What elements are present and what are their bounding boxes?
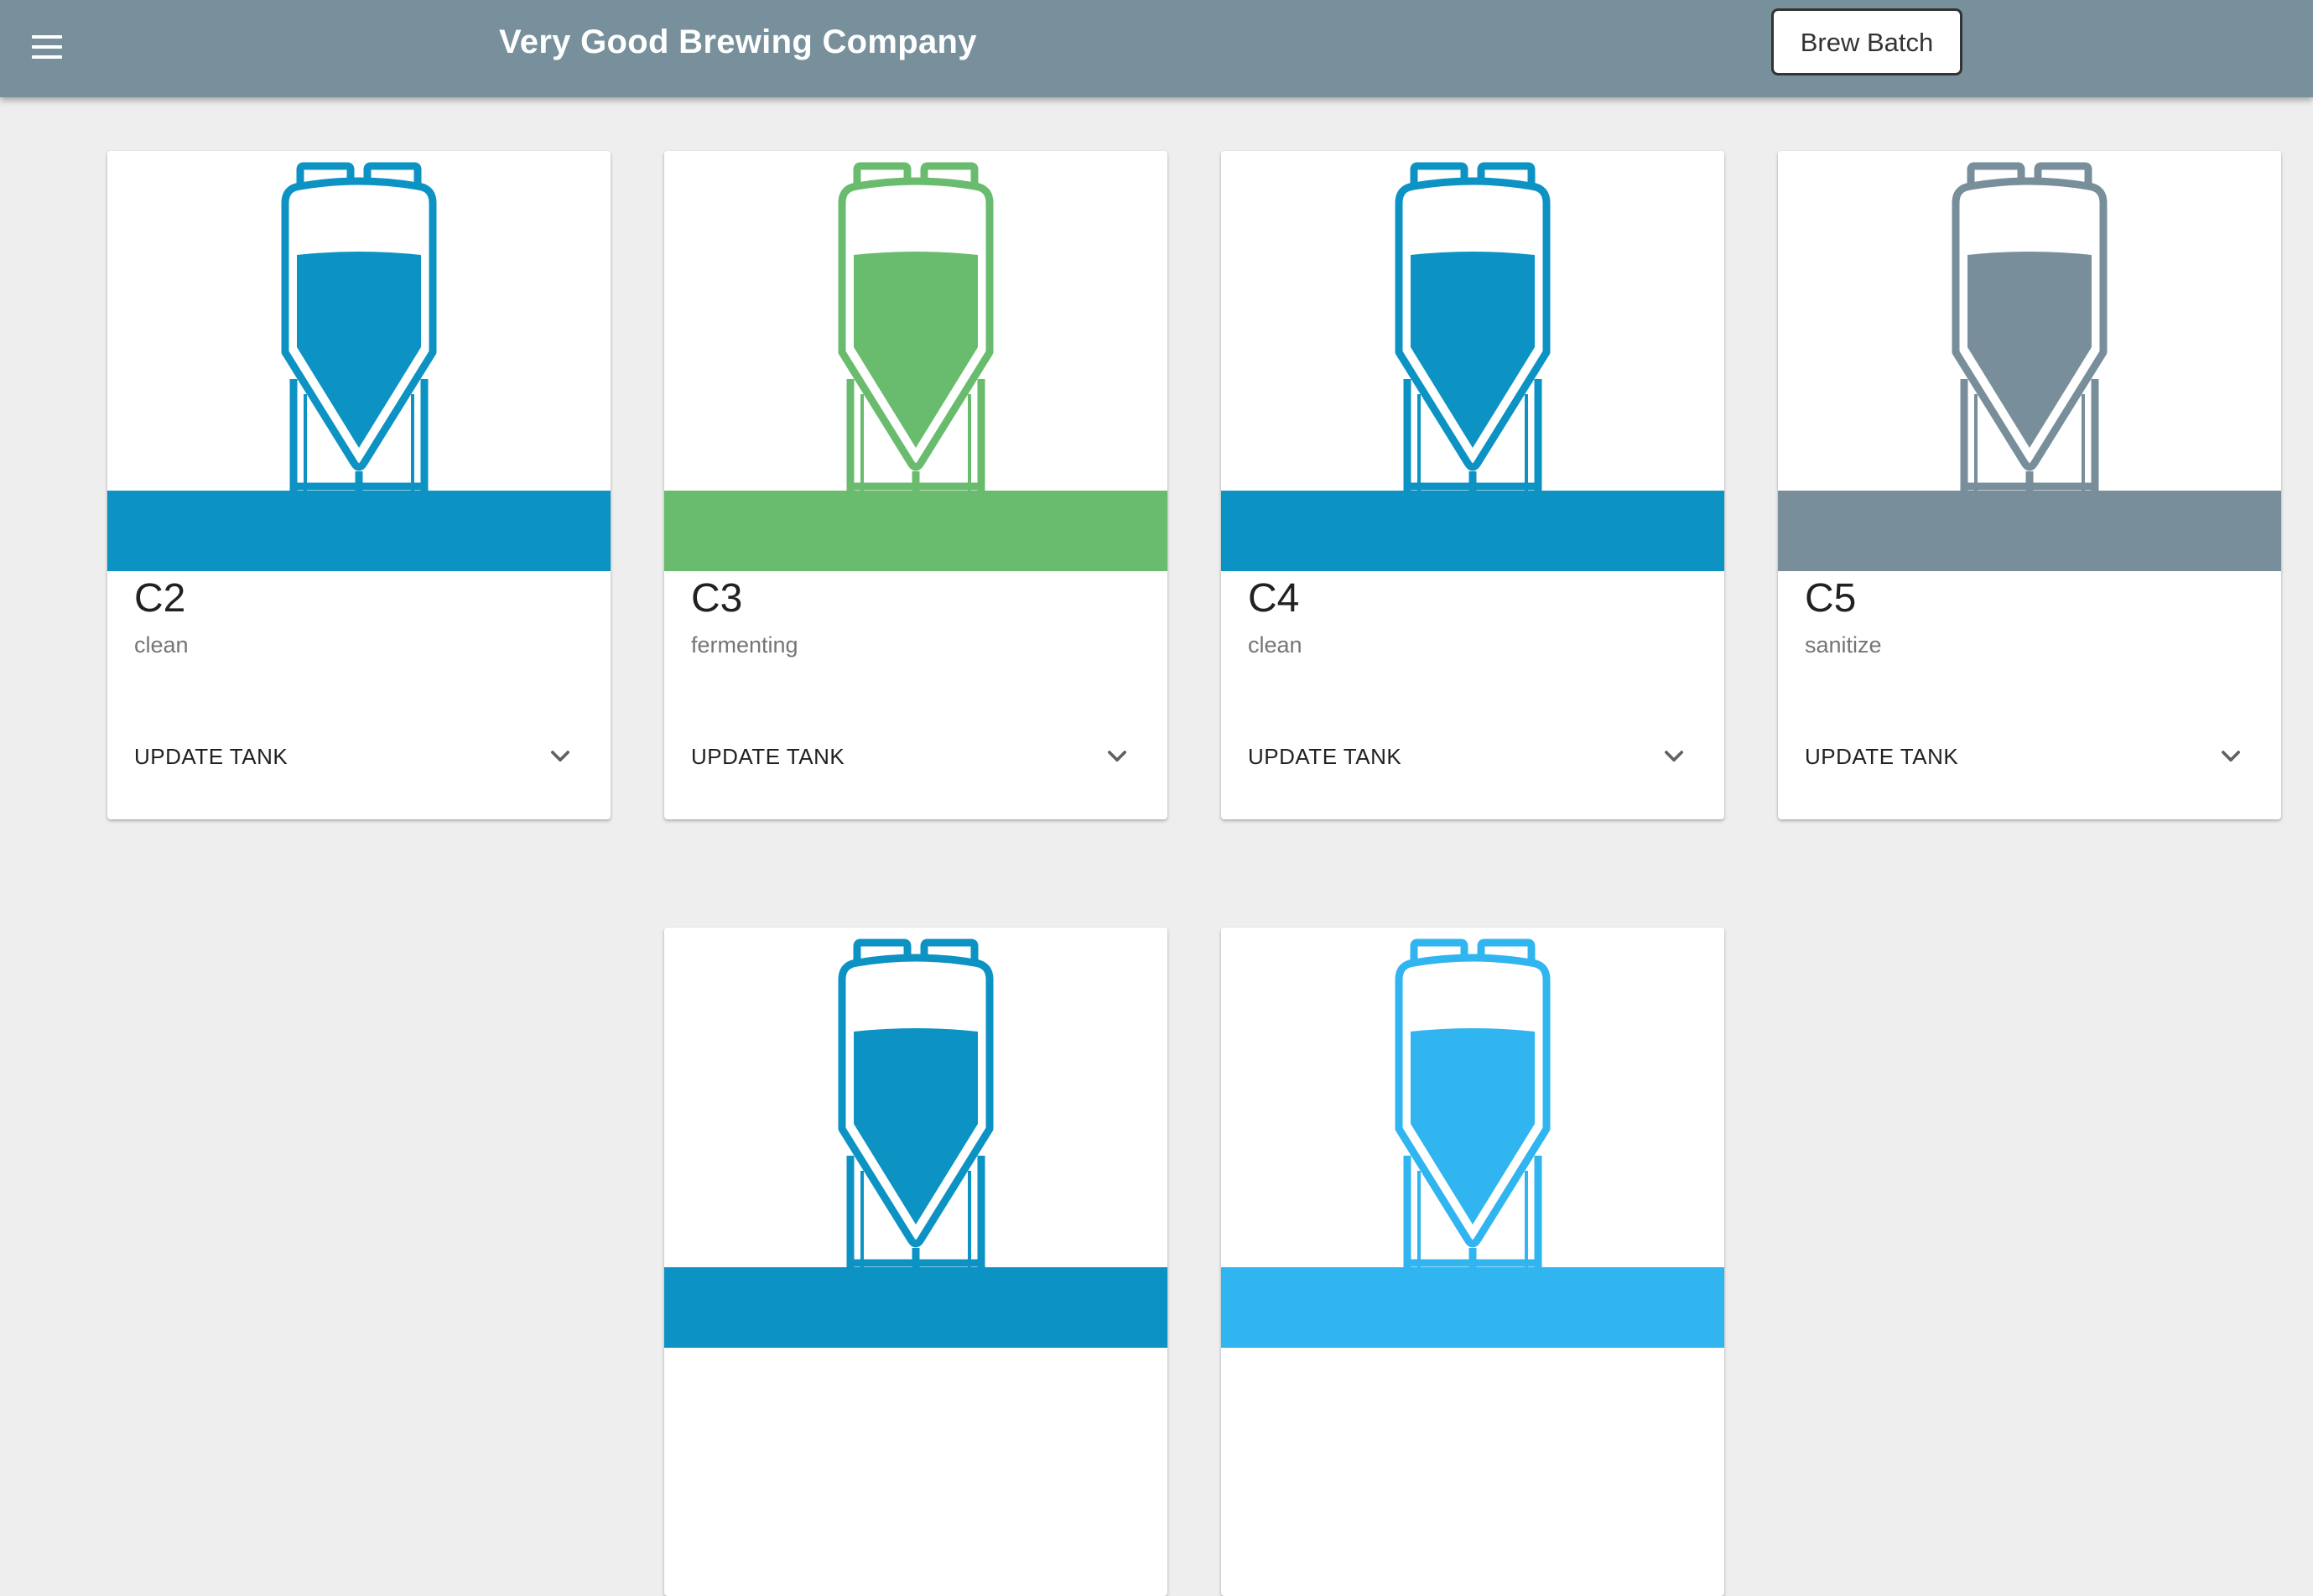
update-tank-expander[interactable]: UPDATE TANK — [1778, 721, 2281, 793]
tank-liquid — [1411, 1028, 1535, 1224]
tank-card-media — [107, 151, 611, 491]
fermenter-tank-icon — [281, 162, 437, 491]
tank-card-media — [664, 928, 1167, 1267]
tank-liquid — [854, 1028, 978, 1224]
fermenter-tank-icon — [838, 938, 994, 1267]
tank-status: clean — [1248, 632, 1302, 658]
tank-color-bar — [1221, 491, 1724, 571]
tank-liquid — [297, 252, 421, 448]
tank-liquid — [1411, 252, 1535, 448]
tank-card — [1221, 928, 1724, 1596]
tank-liquid — [854, 252, 978, 448]
tank-color-bar — [664, 491, 1167, 571]
tank-card-media — [1221, 151, 1724, 491]
app-bar: Very Good Brewing Company Brew Batch — [0, 0, 2313, 97]
tank-color-bar — [1778, 491, 2281, 571]
tank-card — [664, 928, 1167, 1596]
tank-name: C5 — [1805, 576, 1857, 621]
tank-card: C4 clean UPDATE TANK — [1221, 151, 1724, 819]
app-title: Very Good Brewing Company — [499, 23, 977, 60]
tank-status: sanitize — [1805, 632, 1882, 658]
menu-icon-line — [32, 35, 62, 39]
tank-card-media — [664, 151, 1167, 491]
update-tank-expander[interactable]: UPDATE TANK — [1221, 721, 1724, 793]
tank-status: fermenting — [691, 632, 798, 658]
menu-icon-line — [32, 45, 62, 49]
tank-color-bar — [107, 491, 611, 571]
tank-color-bar — [1221, 1267, 1724, 1348]
chevron-down-icon — [551, 751, 569, 762]
update-tank-label: UPDATE TANK — [1805, 744, 1959, 769]
tank-name: C4 — [1248, 576, 1300, 621]
tank-card: C2 clean UPDATE TANK — [107, 151, 611, 819]
update-tank-expander[interactable]: UPDATE TANK — [107, 721, 611, 793]
tank-name: C2 — [134, 576, 186, 621]
chevron-down-icon — [1108, 751, 1126, 762]
update-tank-label: UPDATE TANK — [691, 744, 845, 769]
tank-card: C5 sanitize UPDATE TANK — [1778, 151, 2281, 819]
tank-card-media — [1221, 928, 1724, 1267]
tank-color-bar — [664, 1267, 1167, 1348]
tank-status: clean — [134, 632, 189, 658]
chevron-down-icon — [1665, 751, 1683, 762]
chevron-down-icon — [2222, 751, 2240, 762]
update-tank-label: UPDATE TANK — [1248, 744, 1402, 769]
update-tank-label: UPDATE TANK — [134, 744, 288, 769]
menu-button[interactable] — [25, 25, 69, 69]
fermenter-tank-icon — [838, 162, 994, 491]
update-tank-expander[interactable]: UPDATE TANK — [664, 721, 1167, 793]
fermenter-tank-icon — [1395, 162, 1551, 491]
tank-card: C3 fermenting UPDATE TANK — [664, 151, 1167, 819]
fermenter-tank-icon — [1395, 938, 1551, 1267]
fermenter-tank-icon — [1952, 162, 2108, 491]
menu-icon-line — [32, 55, 62, 59]
tank-name: C3 — [691, 576, 743, 621]
brew-batch-button[interactable]: Brew Batch — [1771, 8, 1962, 75]
tank-liquid — [1967, 252, 2092, 448]
tank-card-media — [1778, 151, 2281, 491]
